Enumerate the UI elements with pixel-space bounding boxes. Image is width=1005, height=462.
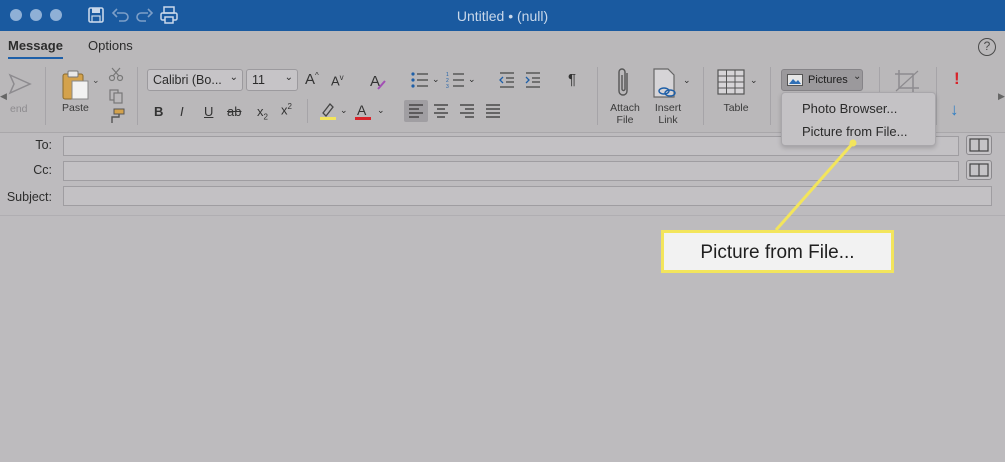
underline-button[interactable]: U [204,104,213,119]
to-label: To: [35,138,52,152]
chevron-down-icon[interactable]: ⌄ [340,105,348,116]
divider [307,99,308,123]
paste-chevron-down-icon[interactable]: ⌄ [92,75,100,86]
shrink-font-icon[interactable]: Av [331,73,344,88]
bullets-icon[interactable] [410,71,430,89]
help-icon[interactable]: ? [978,38,996,56]
strikethrough-button[interactable]: ab [227,104,241,119]
align-center-icon[interactable] [433,103,449,119]
low-importance-icon[interactable]: ↓ [950,100,959,120]
subject-label: Subject: [6,190,52,204]
subscript-button[interactable]: x2 [257,104,268,122]
menu-item-photo-browser[interactable]: Photo Browser... [802,101,897,116]
svg-text:3: 3 [446,84,449,89]
font-size-select[interactable]: 11 ⌄ [246,69,298,91]
clear-formatting-icon[interactable]: A [368,71,388,91]
paste-label[interactable]: Paste [62,102,89,114]
callout-box: Picture from File... [661,230,894,273]
divider [770,67,771,125]
grow-font-icon[interactable]: A^ [305,71,319,88]
attach-file-line-1: Attach [610,102,640,114]
scroll-left-icon[interactable]: ◀ [0,91,7,102]
divider [936,67,937,125]
font-size-value: 11 [252,73,265,87]
paste-icon[interactable] [60,69,90,101]
format-painter-icon[interactable] [107,108,125,124]
window-title: Untitled • (null) [456,8,549,24]
divider [703,67,704,125]
divider [45,67,46,125]
bold-button[interactable]: B [154,104,163,119]
send-icon[interactable] [8,71,32,97]
justify-icon[interactable] [485,103,501,119]
ribbon-tabs: Message Options ? [0,31,1005,61]
superscript-button[interactable]: x2 [281,102,292,117]
cut-icon[interactable] [108,66,124,82]
chevron-down-icon[interactable]: ⌄ [377,105,385,116]
crop-icon[interactable] [894,69,920,93]
cc-label: Cc: [33,163,52,177]
italic-button[interactable]: I [180,104,184,119]
highlight-icon[interactable] [318,101,338,121]
font-name-select[interactable]: Calibri (Bo... ⌄ [147,69,243,91]
copy-icon[interactable] [108,88,124,104]
chevron-down-icon: ⌄ [853,71,862,82]
high-importance-icon[interactable]: ! [954,69,960,89]
pictures-menu: Photo Browser... Picture from File... [781,92,936,146]
decrease-indent-icon[interactable] [498,71,516,89]
font-color-icon[interactable]: A [353,101,373,121]
paperclip-icon[interactable] [615,67,633,99]
align-left-icon[interactable] [404,100,428,122]
tab-message[interactable]: Message [8,38,63,59]
svg-text:A: A [357,102,367,118]
cc-field[interactable] [63,161,959,181]
numbering-icon[interactable]: 123 [446,71,466,89]
chevron-down-icon[interactable]: ⌄ [750,75,758,86]
address-book-icon[interactable] [966,160,992,180]
align-right-icon[interactable] [459,103,475,119]
pictures-button[interactable]: Pictures ⌄ [781,69,863,91]
paragraph-marks-icon[interactable]: ¶ [568,71,576,88]
tab-options[interactable]: Options [88,38,133,53]
attach-file-line-2: File [616,114,634,126]
increase-indent-icon[interactable] [524,71,542,89]
scroll-right-icon[interactable]: ▶ [998,91,1005,102]
title-bar: Untitled • (null) [0,0,1005,31]
attach-file-label[interactable]: Attach File [603,102,647,126]
chevron-down-icon[interactable]: ⌄ [432,74,440,85]
divider [597,67,598,125]
insert-link-label[interactable]: Insert Link [646,102,690,126]
insert-link-line-2: Link [658,114,678,126]
insert-link-line-1: Insert [654,102,682,114]
chevron-down-icon: ⌄ [229,72,238,83]
pictures-label: Pictures [808,74,848,86]
font-name-value: Calibri (Bo... [153,73,222,87]
chevron-down-icon: ⌄ [284,72,293,83]
insert-link-icon[interactable] [651,67,681,99]
table-icon[interactable] [717,69,745,95]
divider [137,67,138,125]
chevron-down-icon[interactable]: ⌄ [468,74,476,85]
menu-item-picture-from-file[interactable]: Picture from File... [802,124,907,139]
callout-text: Picture from File... [700,242,855,263]
picture-icon [787,74,803,86]
chevron-down-icon[interactable]: ⌄ [683,75,691,86]
table-label[interactable]: Table [716,102,756,114]
send-label[interactable]: end [10,103,28,115]
address-book-icon[interactable] [966,135,992,155]
subject-field[interactable] [63,186,992,206]
